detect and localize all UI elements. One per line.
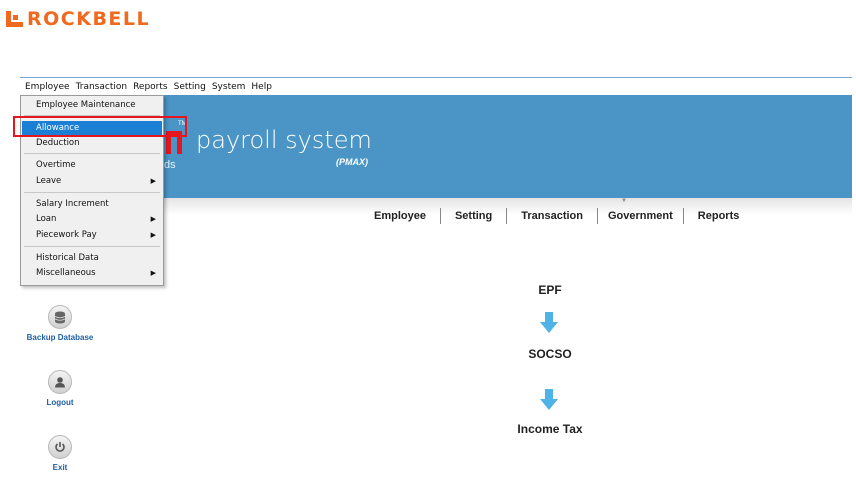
menu-transaction[interactable]: Transaction [73, 82, 131, 92]
backup-database-label: Backup Database [26, 333, 94, 342]
rockbell-logo-text: ROCKBELL [27, 8, 151, 30]
menu-item-employee-maintenance[interactable]: Employee Maintenance [22, 98, 162, 113]
menu-item-leave[interactable]: Leave ▶ [22, 174, 162, 189]
menu-separator [24, 246, 160, 247]
arrow-down-icon [540, 312, 558, 333]
database-icon [48, 305, 72, 329]
menu-separator [24, 115, 160, 116]
employee-dropdown-menu: Employee Maintenance Allowance Deduction… [20, 95, 164, 286]
banner-subtitle: (PMAX) [336, 157, 368, 167]
banner-logo-mark-icon [166, 131, 182, 154]
banner-trademark: TM [178, 121, 187, 127]
menu-bar: Employee Transaction Reports Setting Sys… [20, 79, 852, 95]
menu-item-loan[interactable]: Loan ▶ [22, 212, 162, 227]
logout-button[interactable]: Logout [15, 370, 105, 407]
main-nav: Employee Setting Transaction Government … [360, 208, 753, 224]
submenu-arrow-icon: ▶ [150, 269, 156, 277]
menu-item-miscellaneous[interactable]: Miscellaneous ▶ [22, 266, 162, 281]
menu-reports[interactable]: Reports [130, 82, 171, 92]
menu-separator [24, 192, 160, 193]
nav-setting[interactable]: Setting [441, 210, 506, 222]
power-icon [48, 435, 72, 459]
menu-help[interactable]: Help [248, 82, 275, 92]
menu-item-overtime[interactable]: Overtime [22, 158, 162, 173]
menu-item-label: Leave [36, 176, 62, 186]
backup-database-button[interactable]: Backup Database [15, 305, 105, 342]
rockbell-logo: ROCKBELL [6, 8, 150, 30]
menu-item-label: Salary Increment [36, 199, 109, 209]
nav-government[interactable]: Government [598, 210, 683, 222]
nav-transaction[interactable]: Transaction [507, 210, 597, 222]
logout-label: Logout [46, 398, 74, 407]
flow-step-socso[interactable]: SOCSO [500, 347, 600, 361]
submenu-arrow-icon: ▶ [150, 177, 156, 185]
menu-employee[interactable]: Employee [22, 82, 73, 92]
menu-item-label: Overtime [36, 160, 76, 170]
nav-employee[interactable]: Employee [360, 210, 440, 222]
menu-item-label: Piecework Pay [36, 230, 97, 240]
submenu-arrow-icon: ▶ [150, 231, 156, 239]
nav-reports[interactable]: Reports [684, 210, 754, 222]
arrow-down-icon [540, 389, 558, 410]
menu-item-deduction[interactable]: Deduction [22, 136, 162, 151]
menu-item-label: Loan [36, 214, 57, 224]
rockbell-logo-mark-icon [6, 11, 23, 27]
exit-label: Exit [52, 463, 68, 472]
menu-setting[interactable]: Setting [171, 82, 209, 92]
menu-item-label: Miscellaneous [36, 268, 96, 278]
menu-item-label: Deduction [36, 138, 80, 148]
menu-item-label: Employee Maintenance [36, 100, 136, 110]
menu-item-salary-increment[interactable]: Salary Increment [22, 197, 162, 212]
flow-step-epf[interactable]: EPF [500, 283, 600, 297]
menu-separator [24, 153, 160, 154]
submenu-arrow-icon: ▶ [150, 215, 156, 223]
banner-tagline-fragment: ds [164, 159, 176, 171]
menu-item-label: Historical Data [36, 253, 99, 263]
menu-item-allowance[interactable]: Allowance [22, 121, 162, 136]
nav-caret-icon: ▼ [621, 198, 627, 204]
exit-button[interactable]: Exit [15, 435, 105, 472]
banner-title: payroll system [196, 126, 372, 154]
window-top-border [20, 77, 852, 78]
menu-system[interactable]: System [209, 82, 249, 92]
flow-step-income-tax[interactable]: Income Tax [500, 422, 600, 436]
user-icon [48, 370, 72, 394]
menu-item-historical-data[interactable]: Historical Data [22, 251, 162, 266]
menu-item-label: Allowance [36, 123, 80, 133]
menu-item-piecework-pay[interactable]: Piecework Pay ▶ [22, 228, 162, 243]
